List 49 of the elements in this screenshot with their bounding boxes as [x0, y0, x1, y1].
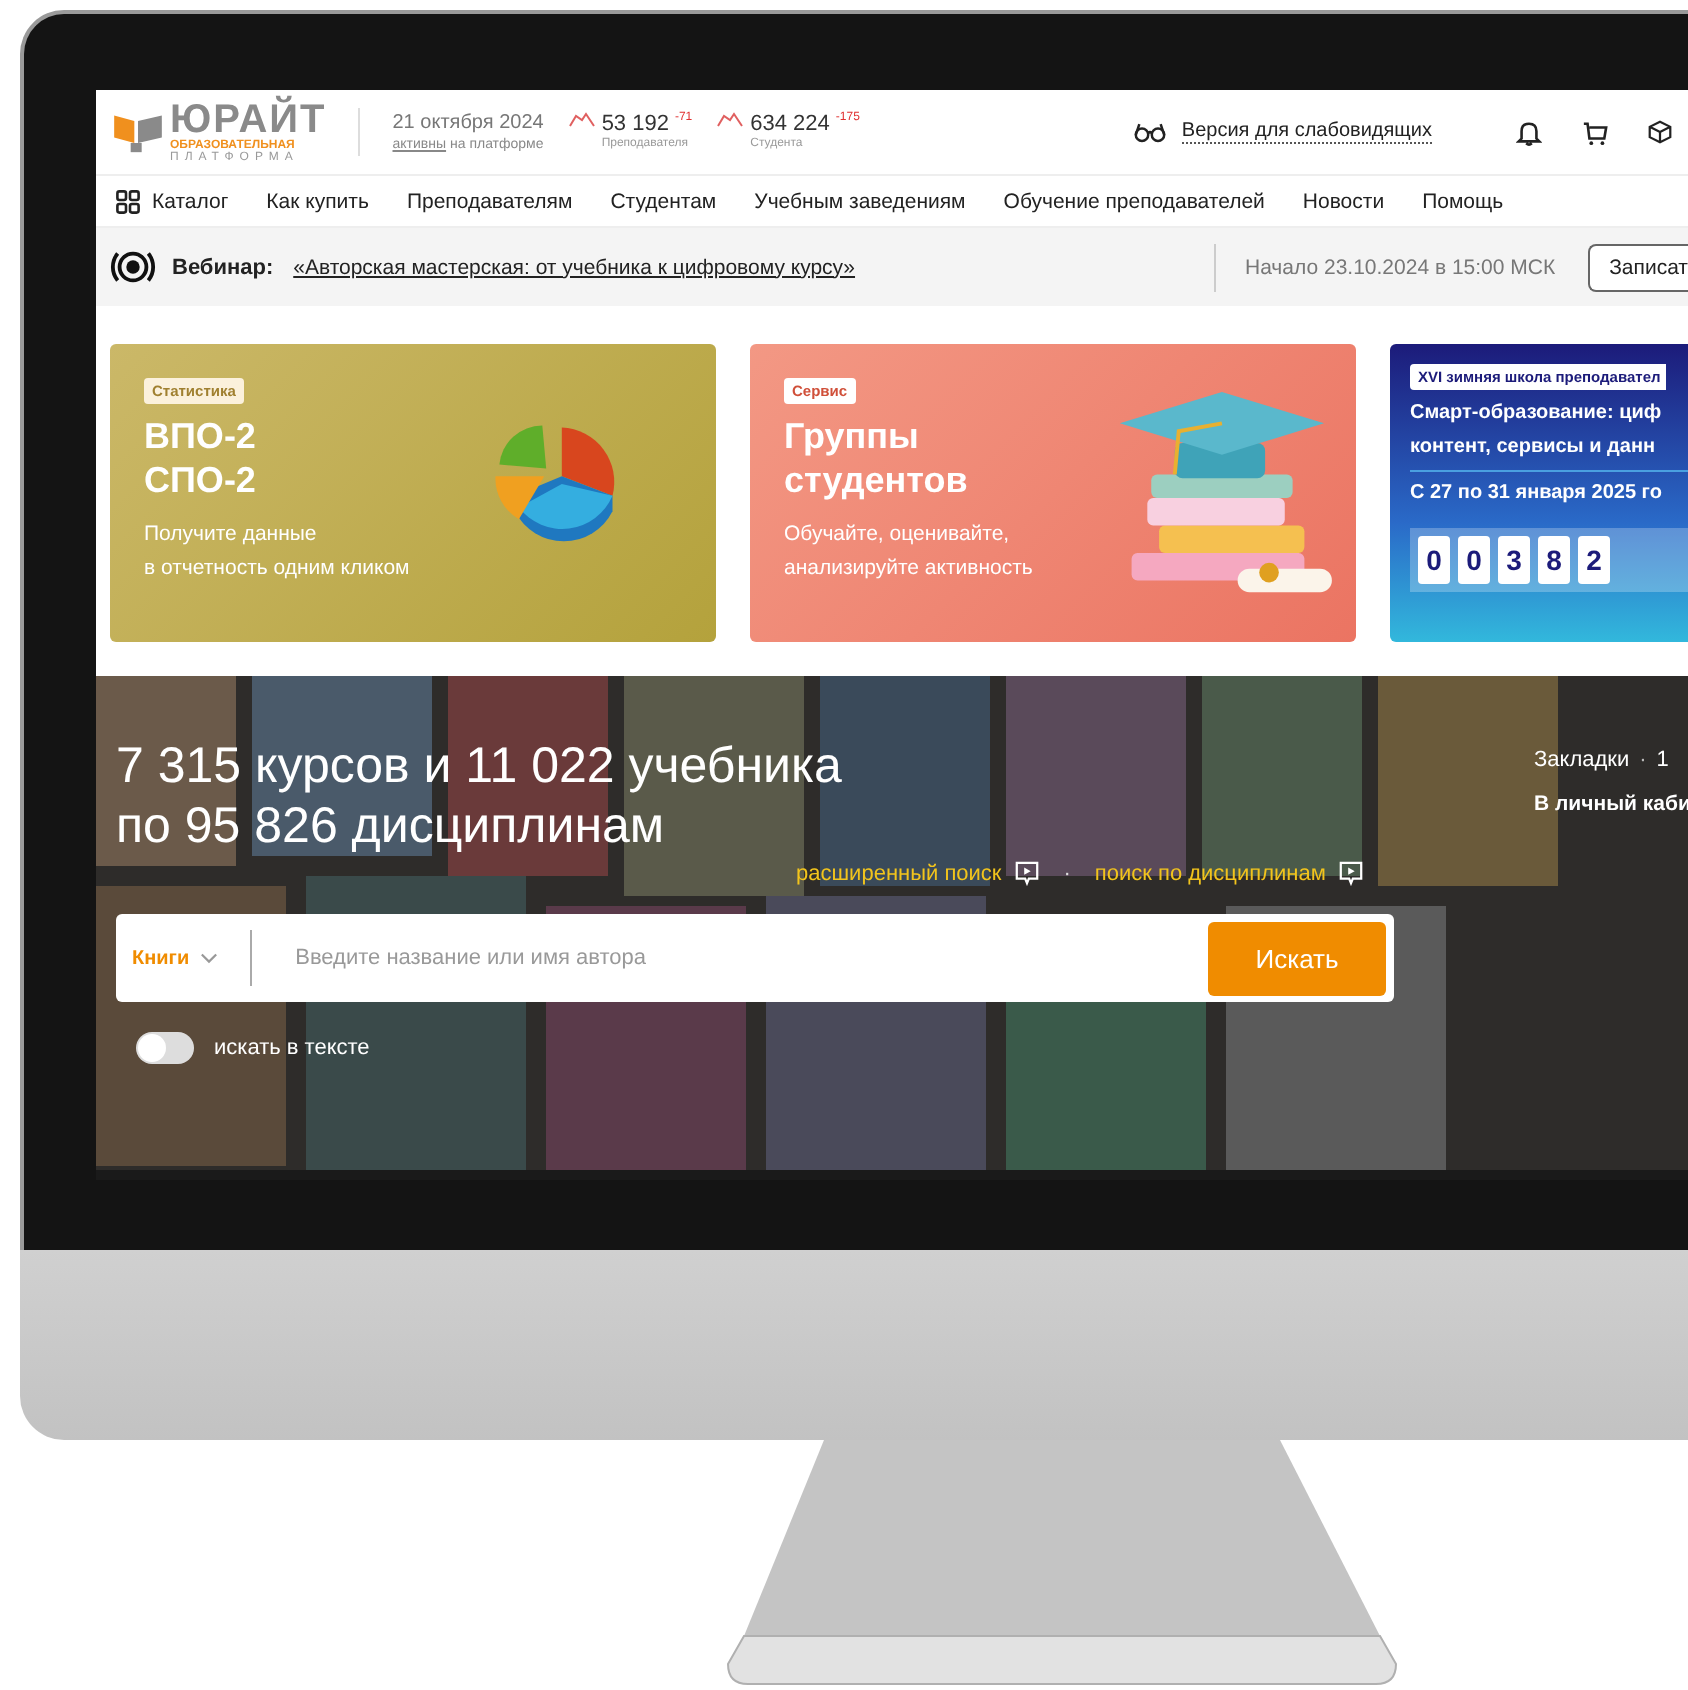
card-text: Обучайте, оценивайте, анализируйте активность	[784, 520, 1033, 584]
search-field[interactable]: Введите название или имя автора	[291, 944, 1208, 972]
card-title: Смарт-образование: циф контент, сервисы и данн	[1410, 400, 1662, 462]
nav-item[interactable]: Новости	[1302, 189, 1385, 213]
webinar-label: Вебинар:	[172, 255, 274, 279]
search-mode-link[interactable]: поиск по дисциплинам	[1094, 861, 1326, 885]
trend-icon	[716, 111, 745, 128]
box-icon[interactable]	[1648, 120, 1672, 144]
nav-item[interactable]: Как купить	[266, 189, 369, 213]
toggle-switch[interactable]	[136, 1032, 194, 1064]
trend-icon	[567, 111, 596, 128]
separator-dot: ·	[1063, 861, 1071, 885]
glasses-icon	[1133, 121, 1166, 143]
video-icon	[1013, 860, 1040, 886]
nav-item[interactable]: Студентам	[610, 189, 717, 213]
logo-name: ЮРАЙТ	[170, 100, 327, 140]
accessibility-link[interactable]: Версия для слабовидящих	[1181, 120, 1432, 144]
card-text: Получите данные в отчетность одним кликом	[144, 520, 410, 584]
chevron-down-icon	[199, 952, 218, 964]
counter-digit: 0	[1458, 536, 1490, 584]
card-title: ВПО-2 СПО-2	[144, 416, 256, 503]
nav-item[interactable]: Обучение преподавателей	[1003, 189, 1265, 213]
event-dates: С 27 по 31 января 2025 го	[1410, 482, 1662, 504]
bookmarks-count: 1	[1656, 748, 1669, 772]
nav-item[interactable]: Помощь	[1422, 189, 1504, 213]
webinar-start: Начало 23.10.2024 в 15:00 МСК	[1244, 255, 1556, 279]
counter-digit: 8	[1538, 536, 1570, 584]
webinar-link[interactable]: «Авторская мастерская: от учебника к цифровому курсу»	[293, 255, 856, 279]
search-mode-link[interactable]: расширенный поиск	[796, 861, 1002, 885]
nav-item[interactable]: Каталог	[116, 189, 229, 213]
toggle-label: искать в тексте	[214, 1036, 370, 1060]
stat-value: 53 192	[601, 111, 669, 137]
video-icon	[1337, 860, 1364, 886]
register-button[interactable]: Записат	[1587, 243, 1688, 291]
cart-icon[interactable]	[1582, 119, 1608, 145]
date-text: 21 октября 2024	[392, 109, 544, 136]
nav-item[interactable]: Преподавателям	[406, 189, 573, 213]
card-title: Группы студентов	[784, 416, 968, 503]
separator-dot: ·	[1639, 748, 1647, 772]
bell-icon[interactable]	[1516, 119, 1542, 145]
counter-digit: 3	[1498, 536, 1530, 584]
counter-digit: 0	[1418, 536, 1450, 584]
counter-digit: 2	[1578, 536, 1610, 584]
hero-title: 7 315 курсов и 11 022 учебника по 95 826 дисциплинам	[116, 736, 842, 856]
bookmarks-link[interactable]: Закладки	[1534, 748, 1630, 772]
grid-icon	[116, 189, 140, 213]
stat-value: 634 224	[750, 111, 830, 137]
logo-icon	[112, 110, 164, 154]
nav-item[interactable]: Учебным заведениям	[754, 189, 966, 213]
